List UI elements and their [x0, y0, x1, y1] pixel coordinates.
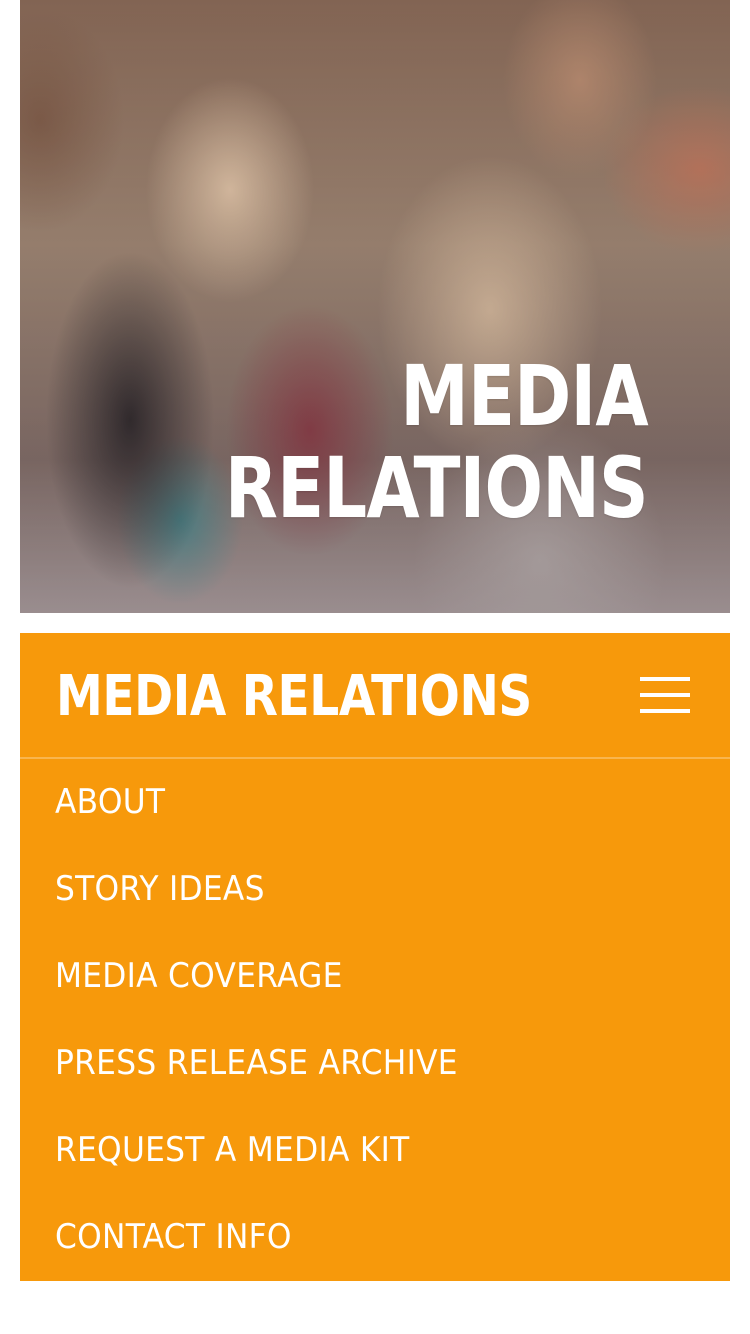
- hamburger-icon: [640, 677, 690, 681]
- nav-item-about[interactable]: ABOUT: [20, 759, 730, 846]
- nav-item-contact-info[interactable]: CONTACT INFO: [20, 1194, 730, 1281]
- section-title[interactable]: MEDIA RELATIONS: [56, 667, 532, 727]
- section-nav: MEDIA RELATIONS ABOUT STORY IDEAS MEDIA …: [20, 633, 730, 1281]
- nav-item-label: PRESS RELEASE ARCHIVE: [55, 1043, 458, 1083]
- nav-item-label: ABOUT: [55, 782, 166, 822]
- nav-item-label: STORY IDEAS: [55, 869, 265, 909]
- nav-item-label: CONTACT INFO: [55, 1217, 292, 1257]
- hamburger-menu-button[interactable]: [632, 673, 696, 721]
- hero-title: MEDIA RELATIONS: [225, 347, 649, 537]
- nav-item-story-ideas[interactable]: STORY IDEAS: [20, 846, 730, 933]
- nav-item-media-coverage[interactable]: MEDIA COVERAGE: [20, 933, 730, 1020]
- section-nav-list: ABOUT STORY IDEAS MEDIA COVERAGE PRESS R…: [20, 759, 730, 1281]
- nav-item-label: MEDIA COVERAGE: [55, 956, 343, 996]
- hero-banner: MEDIA RELATIONS: [20, 0, 730, 613]
- nav-item-press-release-archive[interactable]: PRESS RELEASE ARCHIVE: [20, 1020, 730, 1107]
- nav-item-label: REQUEST A MEDIA KIT: [55, 1130, 410, 1170]
- nav-item-request-media-kit[interactable]: REQUEST A MEDIA KIT: [20, 1107, 730, 1194]
- section-nav-header: MEDIA RELATIONS: [20, 633, 730, 759]
